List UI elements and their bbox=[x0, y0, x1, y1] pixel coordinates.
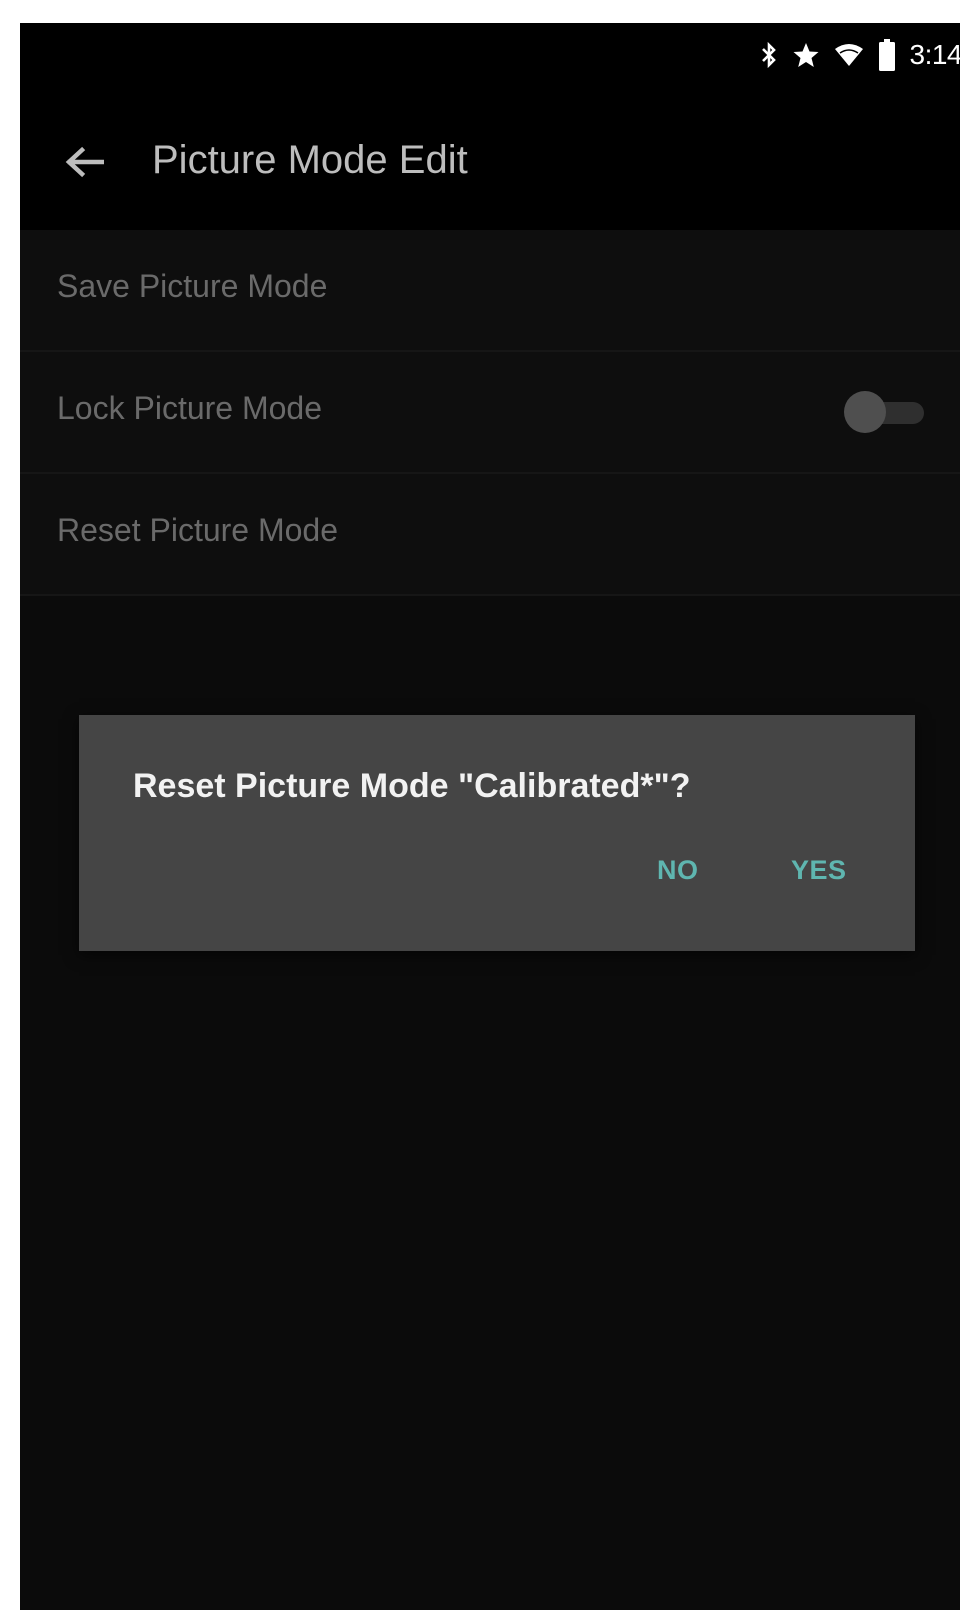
menu-item-reset-picture-mode[interactable]: Reset Picture Mode bbox=[20, 474, 960, 596]
bluetooth-icon bbox=[760, 41, 778, 69]
phone-screen: 3:14 Picture Mode Edit Save Picture Mode… bbox=[20, 23, 960, 1610]
no-button[interactable]: NO bbox=[657, 855, 699, 886]
dialog-message: Reset Picture Mode "Calibrated*"? bbox=[133, 767, 691, 805]
status-time: 3:14 bbox=[909, 39, 960, 70]
lock-toggle-switch[interactable] bbox=[844, 390, 928, 434]
reset-confirm-dialog: Reset Picture Mode "Calibrated*"? NO YES bbox=[79, 715, 915, 951]
status-icons: 3:14 bbox=[760, 39, 960, 71]
yes-button[interactable]: YES bbox=[791, 855, 847, 886]
menu-item-save-picture-mode[interactable]: Save Picture Mode bbox=[20, 230, 960, 352]
toggle-thumb bbox=[844, 391, 886, 433]
wifi-icon bbox=[834, 42, 864, 68]
arrow-left-icon[interactable] bbox=[62, 140, 106, 184]
settings-menu: Save Picture Mode Lock Picture Mode Rese… bbox=[20, 230, 960, 596]
star-icon bbox=[792, 41, 820, 69]
app-bar: Picture Mode Edit bbox=[20, 88, 960, 230]
menu-item-label: Lock Picture Mode bbox=[57, 390, 323, 426]
menu-item-label: Reset Picture Mode bbox=[57, 512, 339, 548]
battery-icon bbox=[878, 39, 896, 71]
status-bar: 3:14 bbox=[20, 23, 960, 88]
menu-item-label: Save Picture Mode bbox=[57, 268, 328, 304]
page-title: Picture Mode Edit bbox=[152, 138, 468, 182]
menu-item-lock-picture-mode[interactable]: Lock Picture Mode bbox=[20, 352, 960, 474]
